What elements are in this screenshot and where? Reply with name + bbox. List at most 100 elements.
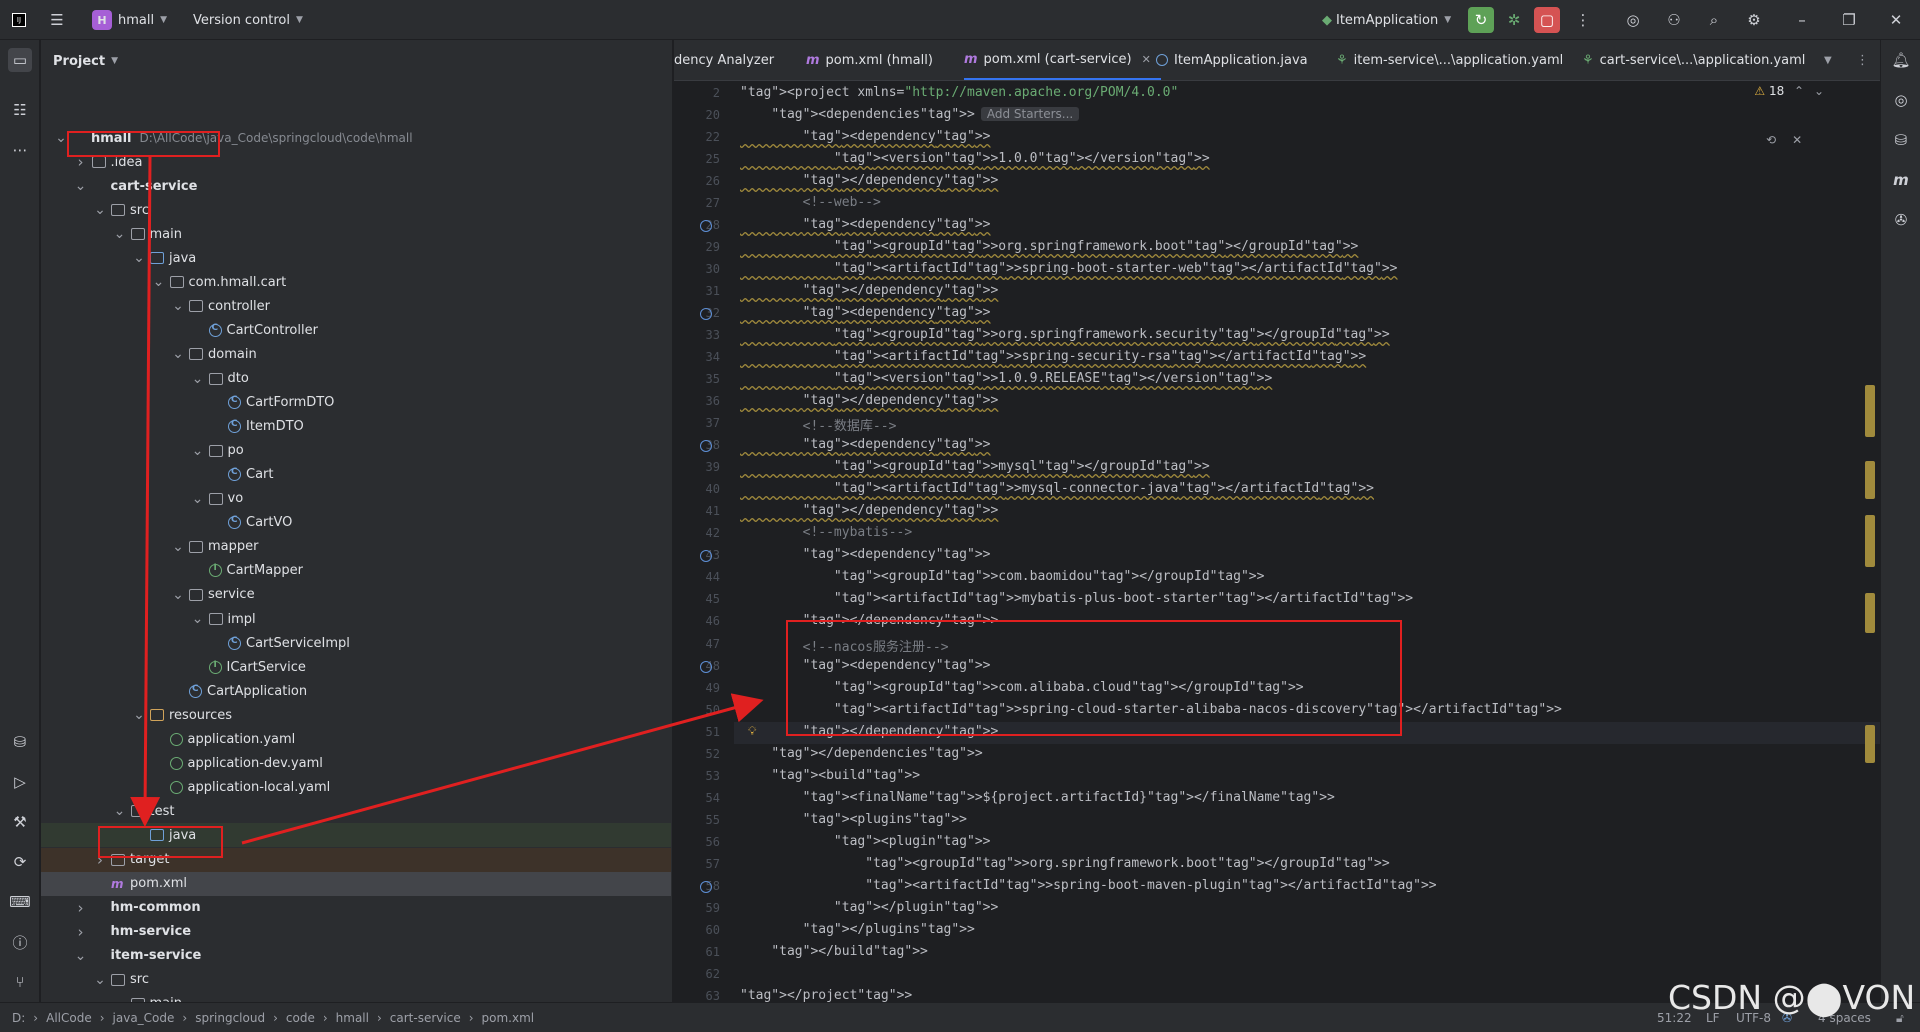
code-line[interactable]: "tag"><artifactId"tag">>mybatis-plus-boo…: [740, 591, 1413, 606]
code-line[interactable]: "tag"></dependency"tag">>: [740, 503, 999, 518]
add-starters-button[interactable]: Add Starters...: [980, 107, 1080, 122]
code-line[interactable]: "tag"><dependency"tag">>: [740, 305, 991, 320]
tree-item[interactable]: Cart: [41, 463, 671, 487]
chevron-down-icon[interactable]: ⌄: [92, 973, 108, 987]
problems-tool-icon[interactable]: ⓘ: [8, 930, 32, 954]
reload-maven-icon[interactable]: ⟲: [1766, 133, 1776, 147]
tree-item[interactable]: ⌄ po: [41, 439, 671, 463]
settings-icon[interactable]: ⚙: [1743, 9, 1765, 31]
chevron-right-icon[interactable]: ›: [73, 899, 89, 917]
code-line[interactable]: "tag"></dependency"tag">>: [740, 283, 999, 298]
main-menu-icon[interactable]: ☰: [46, 9, 68, 31]
code-line[interactable]: "tag"><finalName"tag">>${project.artifac…: [740, 790, 1335, 805]
tree-item[interactable]: ItemDTO: [41, 415, 671, 439]
dependency-gutter-icon[interactable]: [700, 880, 712, 893]
tree-item[interactable]: CartApplication: [41, 679, 671, 703]
tree-item[interactable]: CartController: [41, 318, 671, 342]
tree-item[interactable]: CartFormDTO: [41, 391, 671, 415]
chevron-down-icon[interactable]: ⌄: [131, 708, 147, 722]
close-icon[interactable]: ✕: [1885, 9, 1907, 31]
tree-item[interactable]: ⌄ item-service: [41, 944, 671, 968]
code-line[interactable]: "tag"><plugins"tag">>: [740, 812, 967, 827]
chevron-down-icon[interactable]: ⌄: [73, 179, 89, 193]
code-line[interactable]: "tag"><dependency"tag">>: [740, 547, 991, 562]
code-line[interactable]: "tag"></dependency"tag">>: [740, 393, 999, 408]
plugin-icon[interactable]: ✇: [1889, 208, 1913, 232]
code-line[interactable]: "tag"><artifactId"tag">>spring-boot-mave…: [740, 878, 1436, 893]
tree-item[interactable]: CartServiceImpl: [41, 631, 671, 655]
tree-item[interactable]: › target: [41, 847, 671, 872]
tree-item[interactable]: ⌄ cart-service: [41, 174, 671, 198]
tab-dependency-analyzer[interactable]: dency Analyzer: [674, 40, 774, 80]
chevron-down-icon[interactable]: ⌄: [112, 804, 128, 818]
code-line[interactable]: <!--web-->: [740, 195, 881, 210]
run-tool-icon[interactable]: ▷: [8, 770, 32, 794]
inspection-widget[interactable]: ⚠ 18 ⌃ ⌄: [1754, 84, 1824, 98]
code-line[interactable]: <!--mybatis-->: [740, 525, 913, 540]
code-line[interactable]: "tag"></dependencies"tag">>: [740, 746, 982, 761]
chevron-down-icon[interactable]: ⌄: [190, 372, 206, 386]
project-tool-icon[interactable]: ▭: [8, 48, 32, 72]
chevron-right-icon[interactable]: ›: [73, 153, 89, 171]
git-tool-icon[interactable]: ⑂: [8, 970, 32, 994]
code-line[interactable]: "tag"></dependency"tag">>: [740, 724, 999, 739]
close-tab-icon[interactable]: ✕: [1142, 53, 1151, 66]
tree-item[interactable]: ⌄ src: [41, 198, 671, 222]
debug-icon[interactable]: ✲: [1503, 9, 1525, 31]
chevron-down-icon[interactable]: ⌄: [92, 203, 108, 217]
breadcrumb-item[interactable]: D:: [12, 1011, 25, 1025]
breadcrumb-item[interactable]: java_Code: [113, 1011, 175, 1025]
tab-more-icon[interactable]: ⋮: [1856, 40, 1869, 80]
search-icon[interactable]: ⌕: [1703, 9, 1725, 31]
rerun-icon[interactable]: ↻: [1468, 7, 1494, 33]
tree-item[interactable]: ⌄ mapper: [41, 535, 671, 559]
code-line[interactable]: "tag"><dependency"tag">>: [740, 217, 991, 232]
vcs-menu[interactable]: Version control ▼: [193, 0, 303, 40]
run-config-selector[interactable]: ◆ ItemApplication ▼: [1322, 0, 1451, 40]
code-line[interactable]: "tag"><dependencies"tag">> Add Starters..…: [740, 107, 1080, 122]
add-user-icon[interactable]: ⚇: [1663, 9, 1685, 31]
database-tool-icon[interactable]: ⛁: [8, 730, 32, 754]
ai-assistant-icon[interactable]: ◎: [1622, 9, 1644, 31]
tree-item[interactable]: ⌄ src: [41, 968, 671, 992]
breadcrumb-item[interactable]: springcloud: [195, 1011, 265, 1025]
tree-item[interactable]: › .idea: [41, 150, 671, 174]
dependency-gutter-icon[interactable]: [700, 660, 712, 673]
tree-item[interactable]: ⌄ dto: [41, 367, 671, 391]
code-line[interactable]: "tag"></dependency"tag">>: [740, 613, 999, 628]
chevron-down-icon[interactable]: ⌄: [151, 275, 167, 289]
chevron-down-icon[interactable]: ⌄: [170, 347, 186, 361]
code-line[interactable]: "tag"><artifactId"tag">>spring-cloud-sta…: [740, 702, 1562, 717]
tree-item[interactable]: m pom.xml: [41, 871, 671, 896]
tab-item-service-yaml[interactable]: ⚘ item-service\...\application.yaml: [1336, 40, 1563, 80]
tree-item[interactable]: application-dev.yaml: [41, 751, 671, 775]
tree-item[interactable]: CartMapper: [41, 559, 671, 583]
maven-tool-icon[interactable]: m: [1889, 168, 1913, 192]
breadcrumb-item[interactable]: AllCode: [46, 1011, 92, 1025]
code-line[interactable]: "tag"><groupId"tag">>mysql"tag"></groupI…: [740, 459, 1210, 474]
tree-item[interactable]: ⌄ domain: [41, 342, 671, 366]
tree-item[interactable]: ⌄ vo: [41, 487, 671, 511]
close-icon[interactable]: ✕: [1792, 133, 1802, 147]
tree-item[interactable]: application-local.yaml: [41, 775, 671, 799]
code-line[interactable]: "tag"><dependency"tag">>: [740, 129, 991, 144]
tab-pom-cart-service[interactable]: m pom.xml (cart-service) ✕: [964, 40, 1161, 80]
code-line[interactable]: "tag"><groupId"tag">>com.baomidou"tag"><…: [740, 569, 1265, 584]
tree-item[interactable]: ⌄ com.hmall.cart: [41, 270, 671, 294]
code-line[interactable]: "tag"><artifactId"tag">>spring-security-…: [740, 349, 1366, 364]
tree-item[interactable]: application.yaml: [41, 727, 671, 751]
tree-item[interactable]: ICartService: [41, 655, 671, 679]
code-line[interactable]: "tag"><version"tag">>1.0.0"tag"></versio…: [740, 151, 1210, 166]
tree-item[interactable]: ⌄ impl: [41, 607, 671, 631]
chevron-down-icon[interactable]: ⌄: [112, 227, 128, 241]
database-icon[interactable]: ⛁: [1889, 128, 1913, 152]
more-tools-icon[interactable]: ⋯: [8, 138, 32, 162]
structure-tool-icon[interactable]: ☷: [8, 98, 32, 122]
chevron-down-icon[interactable]: ⌄: [53, 131, 69, 145]
code-line[interactable]: "tag"><dependency"tag">>: [740, 437, 991, 452]
tree-item[interactable]: ⌄ java: [41, 246, 671, 270]
tab-item-application[interactable]: ItemApplication.java: [1156, 40, 1308, 80]
tree-item[interactable]: › hm-common: [41, 896, 671, 920]
code-line[interactable]: "tag"><project xmlns="http://maven.apach…: [740, 85, 1178, 100]
code-line[interactable]: "tag"><dependency"tag">>: [740, 658, 991, 673]
